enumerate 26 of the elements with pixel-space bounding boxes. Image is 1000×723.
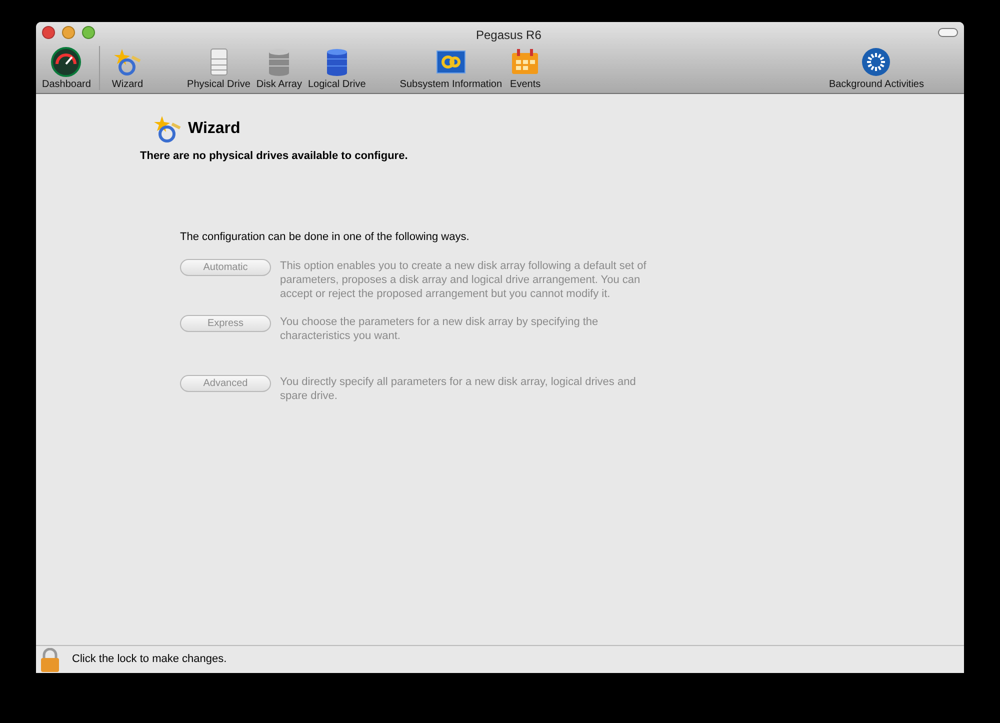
toolbar-button[interactable]: Disk Array [254, 47, 304, 93]
toolbar-button[interactable]: Wizard [110, 47, 146, 93]
toolbar-button[interactable]: Logical Drive [306, 47, 368, 93]
no-drives-message: There are no physical drives available to configure. [140, 149, 409, 164]
minimize-button[interactable] [62, 26, 75, 40]
toolbar-toggle-button[interactable] [938, 28, 958, 38]
toolbar-button[interactable]: Background Activities [826, 47, 926, 93]
toolbar-button[interactable]: Physical Drive [185, 47, 252, 93]
toolbar-button[interactable]: Dashboard [40, 47, 93, 93]
zoom-button[interactable] [82, 26, 95, 40]
toolbar-button[interactable]: Subsystem Information [398, 47, 504, 93]
option-description: You choose the parameters for a new disk array by specifying the characteristics you want. [280, 315, 600, 343]
lock-icon[interactable] [40, 648, 60, 672]
option-description: This option enables you to create a new disk array following a default set of parameters, proposes a disk array and logical drive arrangement. You can accept or reject the proposed arrangement but you cannot modify it. [280, 259, 648, 301]
intro-text: The configuration can be done in one of the following ways. [180, 230, 470, 244]
option-description: You directly specify all parameters for a new disk array, logical drives and spare drive. [280, 375, 637, 403]
gauge-icon [51, 47, 82, 77]
wizard-icon [152, 114, 182, 144]
close-button[interactable] [42, 26, 55, 40]
spinner-icon [861, 47, 892, 77]
wizard-icon [112, 47, 142, 77]
window-title: Pegasus R6 [476, 27, 542, 44]
calendar-icon [510, 47, 540, 77]
toolbar-button[interactable]: Events [508, 47, 543, 93]
page-title: Wizard [188, 119, 240, 139]
status-text: Click the lock to make changes. [72, 652, 227, 668]
